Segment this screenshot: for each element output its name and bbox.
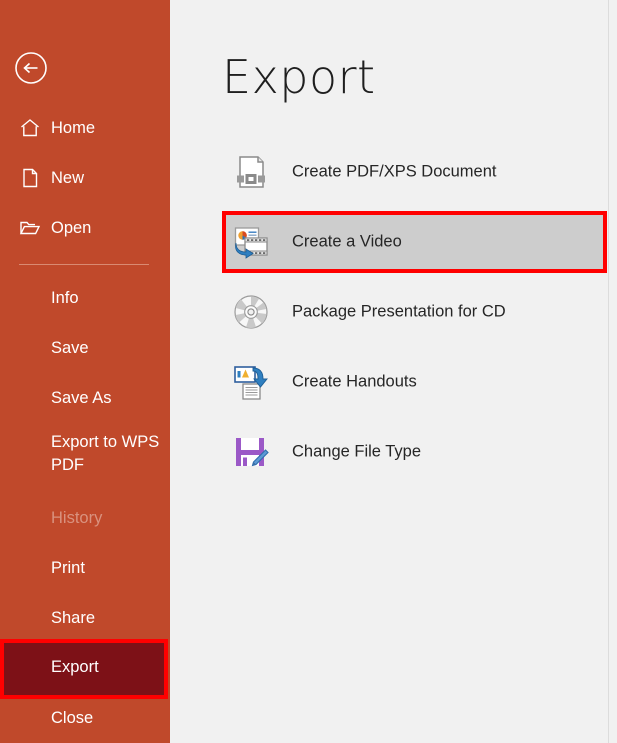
back-arrow-icon (14, 51, 48, 85)
cd-disc-icon (232, 293, 270, 331)
sidebar-item-new[interactable]: New (0, 161, 170, 195)
export-option-label: Change File Type (292, 443, 421, 462)
export-option-change-file-type[interactable]: Change File Type (222, 421, 607, 483)
export-option-label: Create Handouts (292, 373, 417, 392)
handouts-icon (232, 363, 270, 401)
sidebar-item-label: Export to WPS PDF (51, 431, 161, 477)
open-icon (19, 217, 41, 239)
sidebar-item-save-as[interactable]: Save As (0, 381, 170, 415)
page-title: Export (222, 50, 376, 104)
sidebar-item-label: Info (51, 289, 79, 308)
export-option-label: Package Presentation for CD (292, 303, 506, 322)
sidebar-item-label: Export (51, 658, 99, 677)
sidebar-item-label: History (51, 509, 102, 528)
powerpoint-backstage-export-screen: Home New Open Info (0, 0, 617, 743)
sidebar-item-label: Home (51, 119, 95, 138)
backstage-sidebar: Home New Open Info (0, 0, 170, 743)
video-icon (232, 223, 270, 261)
home-icon (19, 117, 41, 139)
sidebar-item-label: Open (51, 219, 91, 238)
sidebar-item-close[interactable]: Close (0, 701, 170, 735)
sidebar-item-label: Close (51, 709, 93, 728)
sidebar-item-export-to-wps-pdf[interactable]: Export to WPS PDF (0, 431, 170, 479)
sidebar-item-history: History (0, 501, 170, 535)
sidebar-item-export[interactable]: Export (2, 642, 166, 696)
export-main-panel: Export Create PDF/XPS Document (170, 0, 617, 743)
pdf-document-icon (232, 153, 270, 191)
sidebar-item-print[interactable]: Print (0, 551, 170, 585)
sidebar-item-open[interactable]: Open (0, 211, 170, 245)
sidebar-item-home[interactable]: Home (0, 111, 170, 145)
sidebar-divider (19, 264, 149, 265)
export-option-package-presentation-for-cd[interactable]: Package Presentation for CD (222, 281, 607, 343)
export-option-create-a-video[interactable]: Create a Video (222, 211, 607, 273)
sidebar-item-info[interactable]: Info (0, 281, 170, 315)
sidebar-item-label: New (51, 169, 84, 188)
sidebar-item-label: Share (51, 609, 95, 628)
sidebar-item-save[interactable]: Save (0, 331, 170, 365)
export-option-label: Create a Video (292, 233, 402, 252)
floppy-pencil-icon (232, 433, 270, 471)
sidebar-item-share[interactable]: Share (0, 601, 170, 635)
panel-right-edge (608, 0, 609, 743)
sidebar-item-label: Save (51, 339, 89, 358)
new-icon (19, 167, 41, 189)
sidebar-item-label: Save As (51, 389, 112, 408)
export-option-create-pdf-xps-document[interactable]: Create PDF/XPS Document (222, 141, 607, 203)
export-option-create-handouts[interactable]: Create Handouts (222, 351, 607, 413)
sidebar-item-label: Print (51, 559, 85, 578)
export-option-label: Create PDF/XPS Document (292, 163, 497, 182)
back-button[interactable] (14, 51, 48, 85)
